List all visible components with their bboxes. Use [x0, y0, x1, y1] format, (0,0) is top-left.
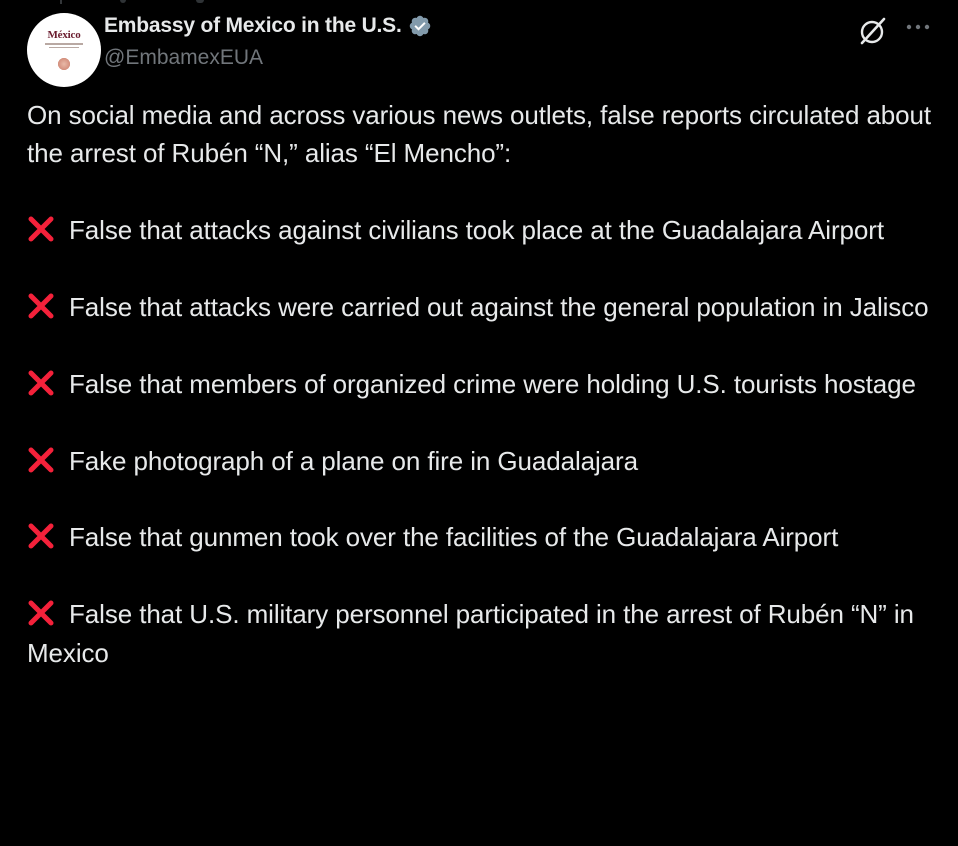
- author-name-row[interactable]: Embassy of Mexico in the U.S.: [104, 12, 432, 40]
- verified-badge-icon: [409, 15, 430, 37]
- author-display-name[interactable]: Embassy of Mexico in the U.S.: [104, 14, 402, 38]
- grok-icon[interactable]: [856, 14, 890, 48]
- cross-mark-icon: [28, 447, 54, 473]
- seal-icon: [57, 57, 71, 71]
- previous-post-edge: [0, 0, 958, 4]
- tweet-item-text: False that attacks against civilians too…: [69, 215, 884, 246]
- avatar-logo-text: México: [47, 29, 81, 41]
- tweet-item-text: False that gunmen took over the faciliti…: [69, 522, 839, 553]
- tweet-text: On social media and across various news …: [27, 96, 947, 672]
- cross-mark-icon: [28, 370, 54, 396]
- cross-mark-icon: [28, 293, 54, 319]
- tweet-item: False that U.S. military personnel parti…: [27, 595, 947, 672]
- cross-mark-icon: [28, 600, 54, 626]
- tweet-intro: On social media and across various news …: [27, 100, 932, 169]
- cross-mark-icon: [28, 523, 54, 549]
- tweet-item: False that attacks were carried out agai…: [27, 288, 947, 326]
- more-options-icon[interactable]: [902, 14, 934, 46]
- tweet-item: False that members of organized crime we…: [27, 365, 947, 403]
- avatar[interactable]: México: [27, 13, 101, 87]
- tweet-item-text: Fake photograph of a plane on fire in Gu…: [69, 445, 638, 476]
- tweet-item: Fake photograph of a plane on fire in Gu…: [27, 442, 947, 480]
- tweet-item-text: False that members of organized crime we…: [69, 368, 916, 399]
- tweet-item: False that gunmen took over the faciliti…: [27, 518, 947, 556]
- tweet-item-text: False that U.S. military personnel parti…: [27, 599, 914, 668]
- tweet-item: False that attacks against civilians too…: [27, 211, 947, 249]
- tweet-item-text: False that attacks were carried out agai…: [69, 292, 929, 322]
- author-handle[interactable]: @EmbamexEUA: [104, 46, 263, 70]
- cross-mark-icon: [28, 216, 54, 242]
